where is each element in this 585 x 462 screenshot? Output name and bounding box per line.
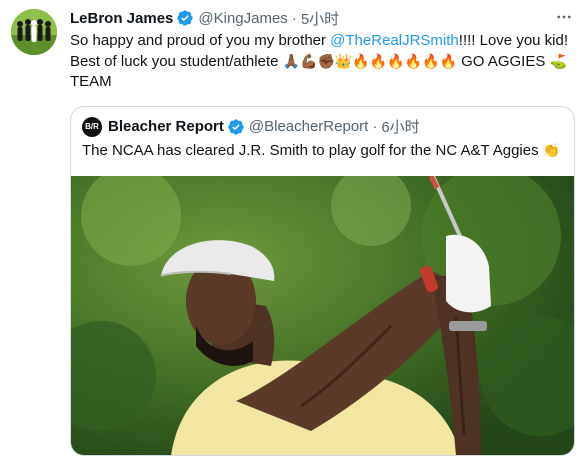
author-handle[interactable]: @KingJames [198,10,287,27]
separator-dot: · [291,9,297,27]
quoted-tweet-text: The NCAA has cleared J.R. Smith to play … [82,141,560,161]
quoted-tweet-time[interactable]: 6小时 [381,116,419,137]
more-options-icon[interactable] [553,6,575,28]
tweet[interactable]: LeBron James @KingJames · 5小时 So happy a… [0,0,585,462]
golfer-photo[interactable] [71,176,574,455]
quoted-author-handle[interactable]: @BleacherReport [249,118,368,135]
golfer-photo-image [71,176,574,455]
quoted-author-name[interactable]: Bleacher Report [108,118,224,135]
quoted-tweet-header: B/R Bleacher Report @BleacherReport · 6小… [82,116,420,137]
tweet-text-part: TEAM [70,73,112,90]
mention-link[interactable]: @TheRealJRSmith [330,32,459,49]
verified-badge-icon [176,9,194,27]
tweet-text-part: So happy and proud of you my brother [70,32,331,49]
separator-dot: · [372,118,378,135]
tweet-text-part: GO AGGIES [456,52,550,70]
quoted-author-avatar[interactable]: B/R [82,116,102,137]
golf-flag-emoji: ⛳ [549,53,567,70]
quoted-text-part: The NCAA has cleared J.R. Smith to play … [82,142,543,159]
author-name[interactable]: LeBron James [70,10,173,27]
verified-badge-icon [227,118,245,136]
tweet-header: LeBron James @KingJames · 5小时 [70,8,339,28]
tweet-text: So happy and proud of you my brother @Th… [70,31,575,93]
emoji-sequence: 🙏🏾💪🏾✊🏾👑🔥🔥🔥🔥🔥🔥 [282,53,457,70]
tweet-time[interactable]: 5小时 [301,8,339,29]
quoted-tweet[interactable]: B/R Bleacher Report @BleacherReport · 6小… [70,106,575,456]
clapping-emoji: 👏 [542,143,561,159]
group-photo-avatar-icon [11,9,57,55]
author-avatar[interactable] [11,9,57,55]
